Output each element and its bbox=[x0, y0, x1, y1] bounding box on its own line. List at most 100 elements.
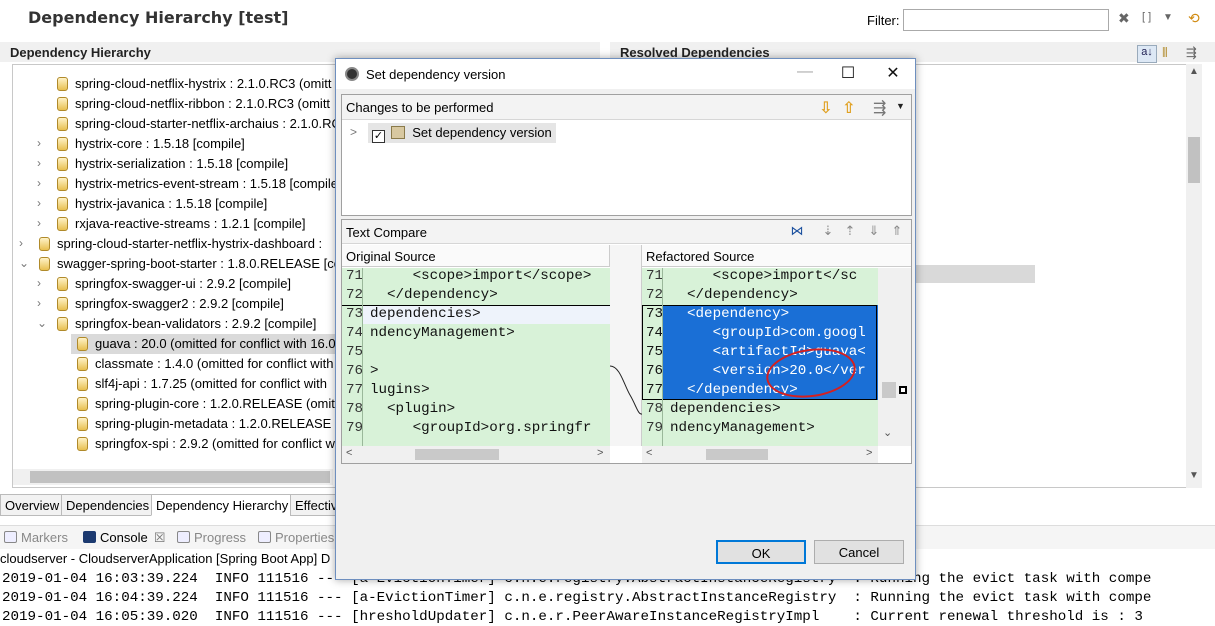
tab-console[interactable]: Console ☒ bbox=[83, 530, 165, 546]
code-line[interactable]: 78 dependencies> bbox=[642, 400, 878, 419]
tree-row[interactable]: › spring-cloud-starter-netflix-hystrix-da… bbox=[13, 234, 343, 254]
scroll-right-icon[interactable]: > bbox=[866, 447, 872, 459]
code-line[interactable]: 79 ndencyManagement> bbox=[642, 419, 878, 438]
tree-row[interactable]: slf4j-api : 1.7.25 (omitted for conflict… bbox=[13, 374, 343, 394]
change-checkbox[interactable]: ✓ bbox=[372, 130, 385, 143]
minimize-icon[interactable]: — bbox=[791, 63, 819, 85]
tree-row[interactable]: › hystrix-javanica : 1.5.18 [compile] bbox=[13, 194, 343, 214]
code-text: <groupId>org.springfr bbox=[370, 420, 592, 436]
code-line[interactable]: 76 > bbox=[342, 362, 610, 381]
tab-progress[interactable]: Progress bbox=[177, 530, 246, 545]
tree-row[interactable]: spring-cloud-netflix-hystrix : 2.1.0.RC3… bbox=[13, 74, 343, 94]
expand-icon[interactable]: › bbox=[37, 216, 49, 230]
filter-changes-icon[interactable]: ⇶ bbox=[873, 98, 886, 118]
sync-icon[interactable]: ⟲ bbox=[1188, 10, 1200, 27]
tree-row-label: hystrix-metrics-event-stream : 1.5.18 [c… bbox=[75, 176, 338, 191]
code-text: lugins> bbox=[370, 382, 430, 398]
tree-row[interactable]: classmate : 1.4.0 (omitted for conflict … bbox=[13, 354, 343, 374]
filter-tree-icon[interactable]: ⇶ bbox=[1186, 45, 1197, 61]
tree-row[interactable]: › hystrix-serialization : 1.5.18 [compile… bbox=[13, 154, 343, 174]
tree-row[interactable]: ⌄ swagger-spring-boot-starter : 1.8.0.REL… bbox=[13, 254, 343, 274]
scroll-down-icon[interactable]: ⌄ bbox=[883, 426, 892, 439]
tree-row[interactable]: › rxjava-reactive-streams : 1.2.1 [compil… bbox=[13, 214, 343, 234]
clear-filter-icon[interactable]: ✖ bbox=[1118, 10, 1130, 27]
code-line[interactable]: 71 <scope>import</scope> bbox=[342, 268, 610, 286]
tree-row[interactable]: spring-plugin-metadata : 1.2.0.RELEASE (… bbox=[13, 414, 346, 434]
show-groupid-icon[interactable]: ⦀ bbox=[1162, 45, 1168, 61]
expand-icon[interactable]: › bbox=[37, 156, 49, 170]
tree-row[interactable]: › hystrix-metrics-event-stream : 1.5.18 [… bbox=[13, 174, 343, 194]
expand-icon[interactable]: > bbox=[350, 125, 357, 139]
code-line[interactable]: 73 <dependency> bbox=[642, 305, 878, 324]
expand-icon[interactable]: › bbox=[19, 236, 31, 250]
code-line[interactable]: 74 <groupId>com.googl bbox=[642, 324, 878, 343]
scroll-left-icon[interactable]: < bbox=[646, 447, 652, 459]
tab-markers[interactable]: Markers bbox=[4, 530, 68, 545]
tab-overview[interactable]: Overview bbox=[0, 494, 62, 516]
original-horizontal-scrollbar[interactable]: < > bbox=[342, 446, 610, 463]
code-line[interactable]: 73 dependencies> bbox=[342, 305, 610, 324]
tab-properties[interactable]: Properties bbox=[258, 530, 334, 545]
collapse-icon[interactable]: ⌄ bbox=[19, 256, 31, 270]
previous-change-compare-icon[interactable]: ⇑ bbox=[889, 223, 905, 239]
tree-row-label: hystrix-core : 1.5.18 [compile] bbox=[75, 136, 245, 151]
copy-all-icon[interactable]: ⋈ bbox=[789, 223, 805, 239]
tree-row[interactable]: › springfox-swagger2 : 2.9.2 [compile] bbox=[13, 294, 343, 314]
close-tab-icon[interactable]: ☒ bbox=[154, 530, 166, 545]
tree-row[interactable]: springfox-spi : 2.9.2 (omitted for confl… bbox=[13, 434, 343, 454]
scroll-left-icon[interactable]: < bbox=[346, 447, 352, 459]
dropdown-icon[interactable]: ▼ bbox=[896, 101, 905, 111]
tab-dependency-hierarchy[interactable]: Dependency Hierarchy bbox=[151, 494, 291, 516]
code-line[interactable]: 74 ndencyManagement> bbox=[342, 324, 610, 343]
code-line[interactable]: 78 <plugin> bbox=[342, 400, 610, 419]
compare-scrollbar-thumb[interactable] bbox=[882, 382, 896, 398]
dropdown-icon[interactable]: ▼ bbox=[1163, 12, 1173, 23]
expand-icon[interactable]: › bbox=[37, 136, 49, 150]
code-line[interactable]: 71 <scope>import</sc bbox=[642, 268, 878, 286]
tree-row[interactable]: spring-plugin-core : 1.2.0.RELEASE (omit… bbox=[13, 394, 346, 414]
ok-button[interactable]: OK bbox=[716, 540, 806, 564]
tree-row[interactable]: › hystrix-core : 1.5.18 [compile] bbox=[13, 134, 343, 154]
resolved-selected-row[interactable] bbox=[912, 265, 1035, 283]
filter-input[interactable] bbox=[903, 9, 1109, 31]
code-line[interactable]: 72 </dependency> bbox=[342, 286, 610, 305]
code-line[interactable]: 77 lugins> bbox=[342, 381, 610, 400]
previous-difference-icon[interactable]: ⇡ bbox=[842, 223, 858, 239]
expand-icon[interactable]: › bbox=[37, 276, 49, 290]
tab-dependencies[interactable]: Dependencies bbox=[61, 494, 152, 516]
expand-icon[interactable]: › bbox=[37, 196, 49, 210]
code-line[interactable]: 72 </dependency> bbox=[642, 286, 878, 305]
change-item[interactable]: ✓ Set dependency version bbox=[368, 123, 556, 143]
expand-icon[interactable]: › bbox=[37, 176, 49, 190]
next-change-compare-icon[interactable]: ⇓ bbox=[866, 223, 882, 239]
vertical-scrollbar-thumb[interactable] bbox=[1188, 137, 1200, 183]
sort-icon[interactable]: a↓ bbox=[1137, 45, 1157, 63]
collapse-icon[interactable]: ⌄ bbox=[37, 316, 49, 330]
filter-options-icon[interactable]: [ ] bbox=[1142, 11, 1151, 23]
scroll-right-icon[interactable]: > bbox=[597, 447, 603, 459]
compare-vertical-scrollbar[interactable]: ⌄ bbox=[878, 268, 911, 446]
close-icon[interactable]: ✕ bbox=[879, 63, 907, 85]
vertical-scrollbar[interactable] bbox=[1186, 64, 1202, 488]
tree-row[interactable]: spring-cloud-netflix-ribbon : 2.1.0.RC3 … bbox=[13, 94, 343, 114]
original-source-editor[interactable]: 71 <scope>import</scope> 72 </dependency>… bbox=[342, 268, 610, 446]
tab-effective-pom[interactable]: Effectiv bbox=[290, 494, 340, 516]
tree-row[interactable]: guava : 20.0 (omitted for conflict with … bbox=[71, 334, 343, 354]
tree-row[interactable]: spring-cloud-starter-netflix-archaius : … bbox=[13, 114, 343, 134]
tree-row[interactable]: ⌄ springfox-bean-validators : 2.9.2 [comp… bbox=[13, 314, 343, 334]
scroll-up-icon[interactable]: ▲ bbox=[1189, 66, 1199, 77]
expand-icon[interactable]: › bbox=[37, 296, 49, 310]
horizontal-scrollbar-thumb[interactable] bbox=[30, 471, 330, 483]
next-difference-icon[interactable]: ⇣ bbox=[820, 223, 836, 239]
previous-change-icon[interactable]: ⇧ bbox=[842, 98, 855, 118]
code-line[interactable]: 79 <groupId>org.springfr bbox=[342, 419, 610, 438]
next-change-icon[interactable]: ⇩ bbox=[819, 98, 832, 118]
original-hscroll-thumb[interactable] bbox=[415, 449, 499, 460]
scroll-down-icon[interactable]: ▼ bbox=[1189, 470, 1199, 481]
maximize-icon[interactable]: ☐ bbox=[834, 63, 862, 85]
code-line[interactable]: 75 bbox=[342, 343, 610, 362]
refactored-horizontal-scrollbar[interactable]: < > bbox=[642, 446, 878, 463]
refactored-hscroll-thumb[interactable] bbox=[706, 449, 768, 460]
tree-row[interactable]: › springfox-swagger-ui : 2.9.2 [compile] bbox=[13, 274, 343, 294]
cancel-button[interactable]: Cancel bbox=[814, 540, 904, 564]
